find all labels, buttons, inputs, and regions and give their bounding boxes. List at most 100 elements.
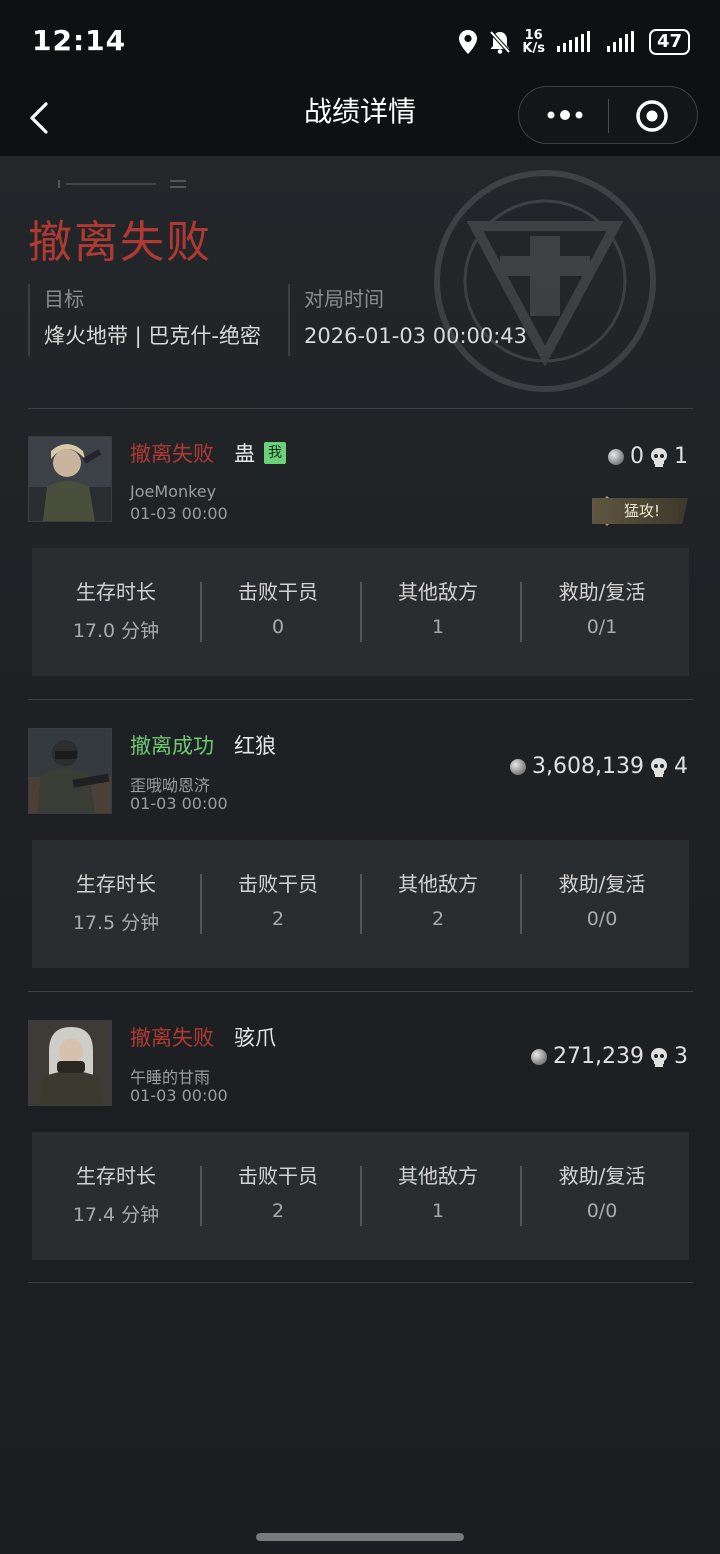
divider xyxy=(28,1282,693,1283)
player-status: 撤离失败 xyxy=(130,442,214,466)
operator-name: 骇爪 xyxy=(234,1026,276,1050)
stats-box: 生存时长 17.4 分钟 击败干员 2 其他敌方 1 救助/复活 0/0 xyxy=(32,1132,689,1260)
stat-value: 17.5 分钟 xyxy=(72,912,160,934)
nav-bar: 战绩详情 xyxy=(0,84,720,156)
operator-name: 蛊 xyxy=(234,442,255,466)
stat-label: 生存时长 xyxy=(76,580,156,604)
stat-label: 击败干员 xyxy=(238,1164,318,1188)
stat-rescue-revive: 救助/复活 0/1 xyxy=(522,548,682,676)
status-bar: 12:14 16 K/s 47 xyxy=(0,0,720,84)
stat-operators-defeated: 击败干员 0 xyxy=(198,548,358,676)
avatar xyxy=(28,1020,112,1106)
stat-operators-defeated: 击败干员 2 xyxy=(198,840,358,968)
stat-label: 生存时长 xyxy=(76,1164,156,1188)
skull-icon xyxy=(651,757,667,777)
more-icon[interactable] xyxy=(543,101,587,129)
stat-value: 1 xyxy=(431,616,445,638)
coin-value: 0 xyxy=(630,444,644,469)
stat-label: 生存时长 xyxy=(76,872,156,896)
kill-value: 1 xyxy=(674,444,688,469)
signal-icon-2 xyxy=(606,31,634,52)
stat-rescue-revive: 救助/复活 0/0 xyxy=(522,1132,682,1260)
player-right-stats: 0 1 xyxy=(608,444,688,469)
status-time: 12:14 xyxy=(32,24,127,57)
coin-value: 3,608,139 xyxy=(532,754,644,779)
stat-value: 0/0 xyxy=(586,908,618,930)
stats-box: 生存时长 17.5 分钟 击败干员 2 其他敌方 2 救助/复活 0/0 xyxy=(32,840,689,968)
player-status: 撤离失败 xyxy=(130,1026,214,1050)
stat-label: 其他敌方 xyxy=(398,872,478,896)
stat-value: 2 xyxy=(271,1200,285,1222)
stat-rescue-revive: 救助/复活 0/0 xyxy=(522,840,682,968)
faint-deco-icon xyxy=(58,180,186,188)
player-status: 撤离成功 xyxy=(130,734,214,758)
divider xyxy=(28,699,693,700)
stat-label: 救助/复活 xyxy=(558,1164,646,1188)
stat-value: 2 xyxy=(271,908,285,930)
stat-value: 2 xyxy=(431,908,445,930)
mute-bell-icon xyxy=(489,30,511,54)
player-time: 01-03 00:00 xyxy=(130,794,228,813)
stat-label: 其他敌方 xyxy=(398,580,478,604)
stat-value: 17.4 分钟 xyxy=(72,1204,160,1226)
stat-value: 1 xyxy=(431,1200,445,1222)
assault-badge: 猛攻! xyxy=(592,498,688,524)
coin-icon xyxy=(608,448,624,465)
battery-icon: 47 xyxy=(648,29,690,55)
network-speed: 16 K/s xyxy=(522,29,545,55)
home-indicator[interactable] xyxy=(256,1533,464,1541)
signal-icon xyxy=(556,31,590,52)
capsule-divider xyxy=(608,99,609,133)
stat-label: 击败干员 xyxy=(238,872,318,896)
stat-survival: 生存时长 17.4 分钟 xyxy=(36,1132,196,1260)
operator-portrait-icon xyxy=(29,437,111,521)
target-label: 目标 xyxy=(44,287,84,311)
operator-name: 红狼 xyxy=(234,734,276,758)
player-name: 午睡的甘雨 xyxy=(130,1068,211,1087)
location-icon xyxy=(459,30,478,54)
stat-label: 救助/复活 xyxy=(558,872,646,896)
avatar xyxy=(28,728,112,814)
coin-icon xyxy=(531,1048,548,1065)
stats-box: 生存时长 17.0 分钟 击败干员 0 其他敌方 1 救助/复活 0/1 xyxy=(32,548,689,676)
stat-other-enemies: 其他敌方 1 xyxy=(358,548,518,676)
match-time-label: 对局时间 xyxy=(304,287,384,311)
skull-icon xyxy=(651,447,667,467)
coin-icon xyxy=(510,758,527,775)
operator-portrait-icon xyxy=(29,1021,111,1105)
kill-value: 3 xyxy=(674,1044,688,1069)
stat-survival: 生存时长 17.5 分钟 xyxy=(36,840,196,968)
player-right-stats: 271,239 3 xyxy=(531,1044,688,1069)
player-name: 歪哦呦恩济 xyxy=(130,776,211,795)
player-name: JoeMonkey xyxy=(130,482,217,501)
match-result-title: 撤离失败 xyxy=(28,217,212,268)
target-value: 烽火地带 | 巴克什-绝密 xyxy=(44,324,262,348)
content: 撤离失败 目标 烽火地带 | 巴克什-绝密 对局时间 2026-01-03 00… xyxy=(0,156,720,1554)
status-icons: 16 K/s 47 xyxy=(458,26,690,58)
player-time: 01-03 00:00 xyxy=(130,1086,228,1105)
close-mini-program-icon[interactable] xyxy=(635,99,669,133)
mini-program-capsule xyxy=(518,86,698,144)
player-right-stats: 3,608,139 4 xyxy=(510,754,688,779)
stat-label: 救助/复活 xyxy=(558,580,646,604)
me-badge: 我 xyxy=(264,442,286,464)
stat-label: 击败干员 xyxy=(238,580,318,604)
match-time-value: 2026-01-03 00:00:43 xyxy=(304,324,528,348)
stat-label: 其他敌方 xyxy=(398,1164,478,1188)
emblem-watermark-icon xyxy=(434,170,656,392)
stat-other-enemies: 其他敌方 1 xyxy=(358,1132,518,1260)
stat-other-enemies: 其他敌方 2 xyxy=(358,840,518,968)
avatar xyxy=(28,436,112,522)
stat-value: 0/1 xyxy=(586,616,618,638)
divider xyxy=(28,408,693,409)
stat-value: 17.0 分钟 xyxy=(72,620,160,642)
stat-operators-defeated: 击败干员 2 xyxy=(198,1132,358,1260)
skull-icon xyxy=(651,1047,667,1067)
divider xyxy=(28,991,693,992)
operator-portrait-icon xyxy=(29,729,111,813)
coin-value: 271,239 xyxy=(553,1044,644,1069)
target-info: 目标 烽火地带 | 巴克什-绝密 xyxy=(28,284,261,356)
match-time-info: 对局时间 2026-01-03 00:00:43 xyxy=(288,284,527,356)
stat-value: 0 xyxy=(271,616,285,638)
speed-unit: K/s xyxy=(522,41,545,56)
